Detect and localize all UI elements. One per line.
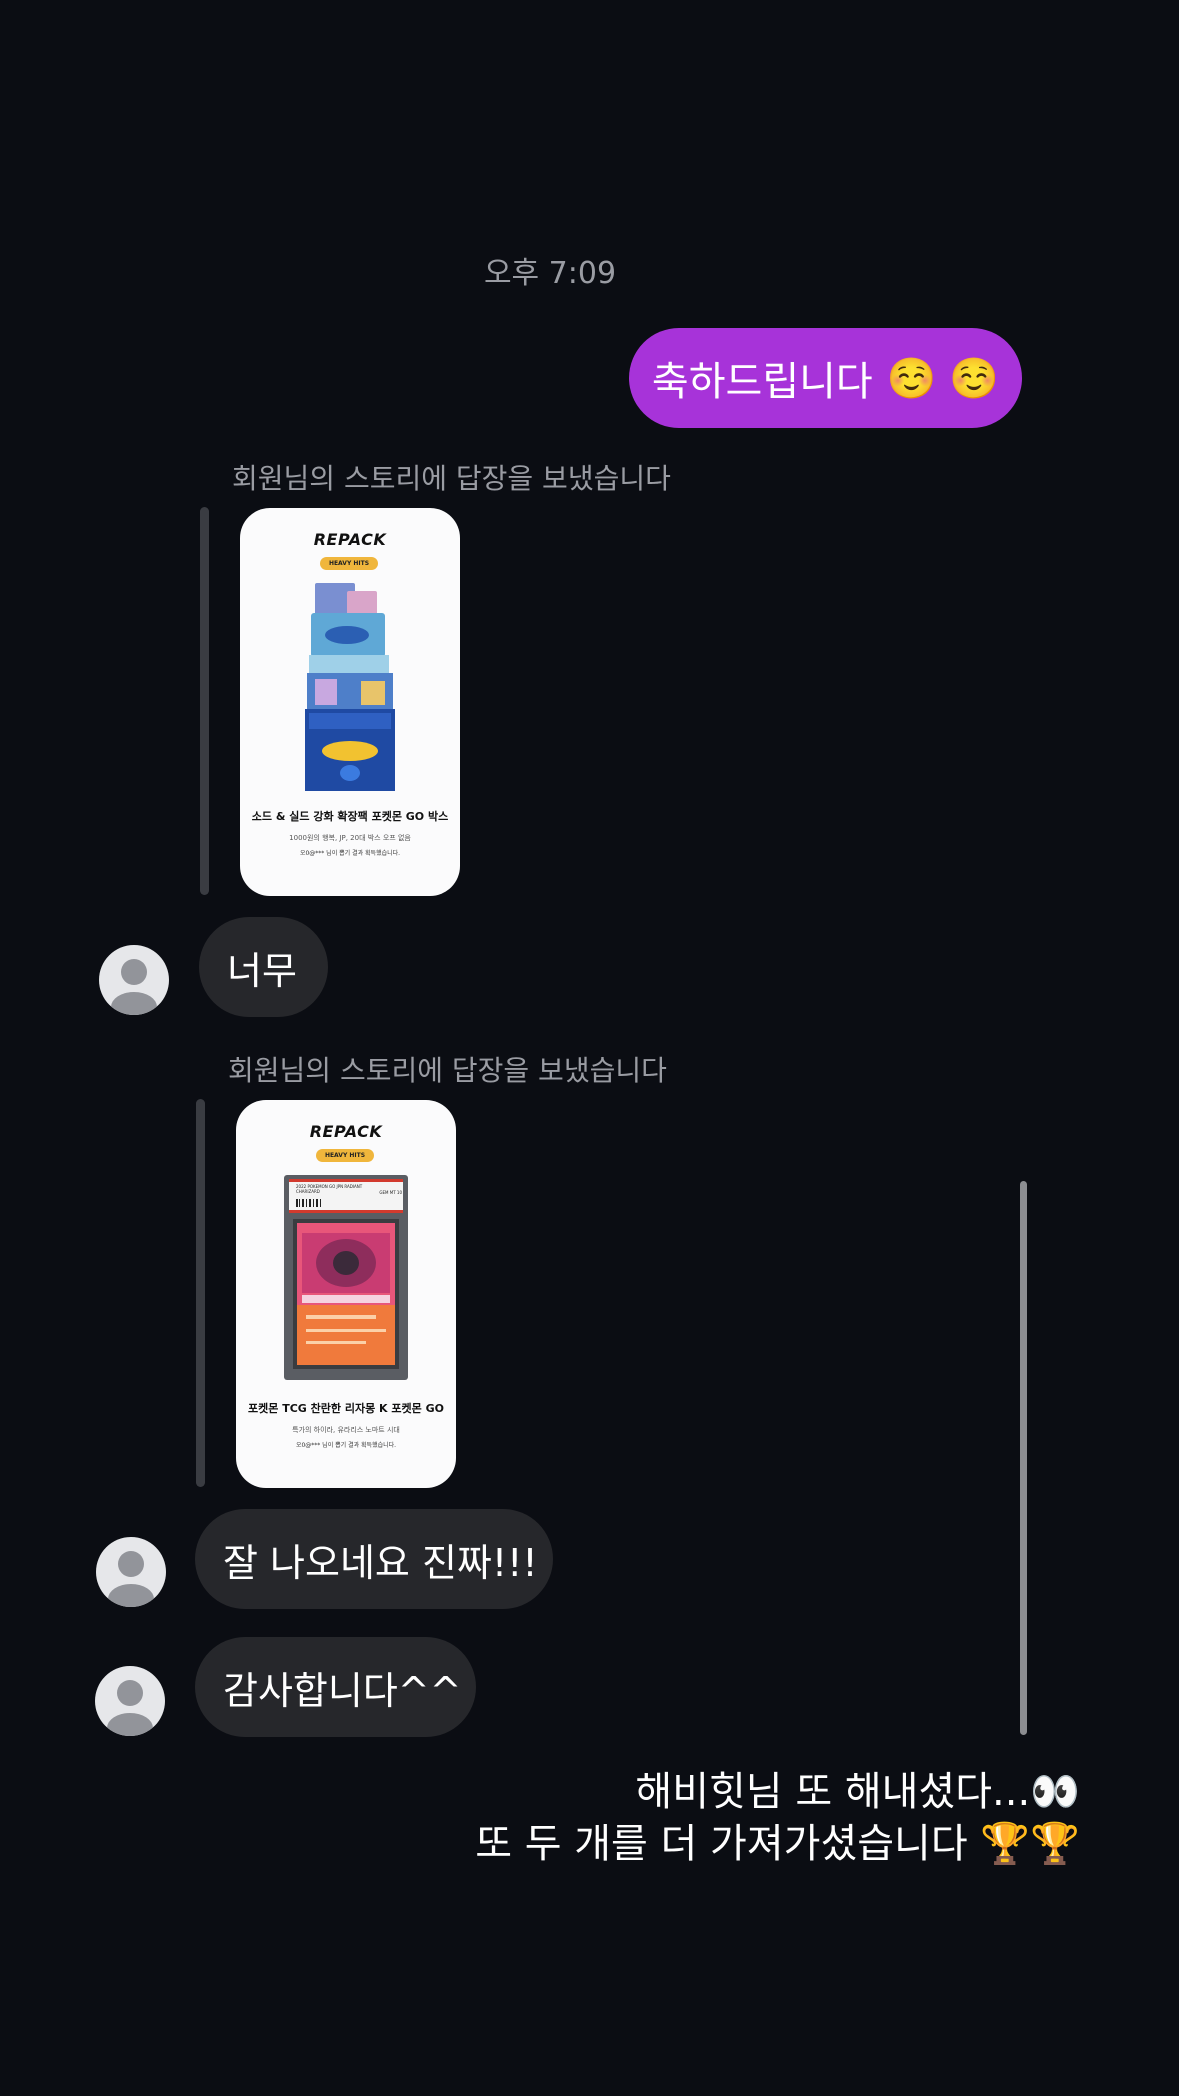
story-footer: 오0@*** 님이 뽑기 결과 획득했습니다.	[299, 850, 401, 857]
smiling-face-emoji: ☺️ ☺️	[886, 355, 1000, 402]
story-preview-card[interactable]: REPACK HEAVY HITS 2022 POKEMON GO JPN RA…	[236, 1100, 456, 1488]
received-message-text: 감사합니다^^	[223, 1668, 462, 1713]
caption-text: 해비힛님 또 해내셨다...	[635, 1769, 1031, 1815]
story-title: 소드 & 실드 강화 확장팩 포켓몬 GO 박스	[251, 810, 449, 823]
repack-logo: REPACK	[313, 530, 387, 549]
story-caption-line-2: 또 두 개를 더 가져가셨습니다 🏆🏆	[380, 1818, 1080, 1871]
heavy-hits-badge: HEAVY HITS	[320, 557, 378, 570]
default-user-icon	[108, 1551, 154, 1607]
avatar[interactable]	[95, 1666, 165, 1736]
graded-card-image	[284, 1175, 408, 1380]
avatar[interactable]	[96, 1537, 166, 1607]
story-footer: 오0@*** 님이 뽑기 결과 획득했습니다.	[295, 1442, 397, 1449]
story-subtitle: 특가의 하이라, 유라리스 노마트 시대	[292, 1426, 400, 1434]
eyes-emoji: 👀	[1030, 1769, 1080, 1815]
slab-grade: GEM MT 10	[379, 1190, 402, 1195]
caption-text: 또 두 개를 더 가져가셨습니다	[475, 1821, 968, 1867]
trophy-emoji: 🏆🏆	[980, 1821, 1080, 1867]
received-message-bubble[interactable]: 감사합니다^^	[195, 1637, 476, 1737]
received-message-text: 너무	[227, 948, 297, 993]
story-reply-label: 회원님의 스토리에 답장을 보냈습니다	[228, 1054, 667, 1087]
default-user-icon	[107, 1680, 153, 1736]
received-message-bubble[interactable]: 너무	[199, 917, 328, 1017]
slab-label: 2022 POKEMON GO JPN RADIANT CHARIZARD	[296, 1184, 363, 1194]
story-preview-card[interactable]: REPACK HEAVY HITS 소드 & 실드 강화 확장팩 포켓몬 GO …	[240, 508, 460, 896]
received-message-text: 잘 나오네요 진짜!!!	[223, 1540, 538, 1585]
avatar[interactable]	[99, 945, 169, 1015]
scrollbar[interactable]	[1020, 1181, 1027, 1735]
booster-box-image	[305, 583, 395, 791]
story-reply-label: 회원님의 스토리에 답장을 보냈습니다	[232, 462, 671, 495]
received-message-bubble[interactable]: 잘 나오네요 진짜!!!	[195, 1509, 553, 1609]
quote-bar	[196, 1099, 205, 1487]
story-subtitle: 1000원의 행복, JP, 20대 박스 오프 없음	[289, 834, 411, 842]
story-caption-line-1: 해비힛님 또 해내셨다...👀	[380, 1766, 1080, 1819]
default-user-icon	[111, 959, 157, 1015]
repack-logo: REPACK	[309, 1122, 383, 1141]
quote-bar	[200, 507, 209, 895]
heavy-hits-badge: HEAVY HITS	[316, 1149, 374, 1162]
message-timestamp: 오후 7:09	[483, 256, 617, 291]
sent-message-text: 축하드립니다	[651, 359, 873, 405]
story-title: 포켓몬 TCG 찬란한 리자몽 K 포켓몬 GO	[248, 1402, 444, 1415]
sent-message-bubble[interactable]: 축하드립니다 ☺️ ☺️	[629, 328, 1022, 428]
